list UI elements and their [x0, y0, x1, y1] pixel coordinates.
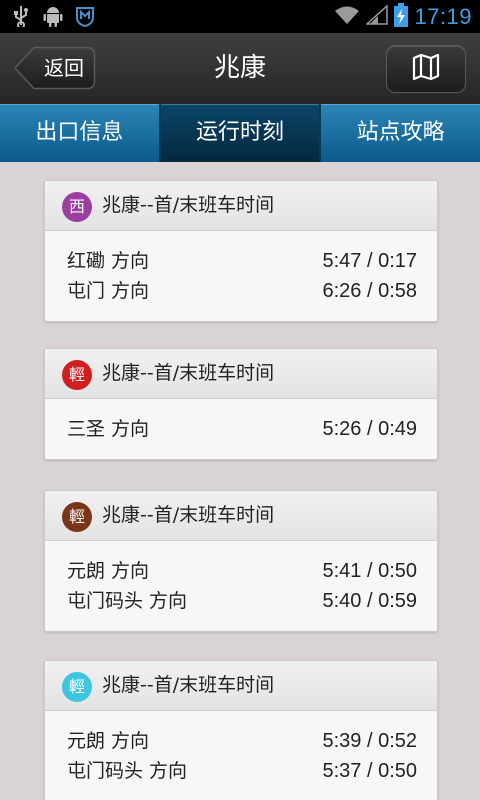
first-last-train-time: 5:37 / 0:50: [322, 760, 417, 782]
android-debug-icon: [42, 5, 64, 27]
timetable-card: 輕 兆康--首/末班车时间 元朗 方向 5:39 / 0:52 屯门码头 方向 …: [44, 660, 438, 800]
tab-timetable[interactable]: 运行时刻: [160, 104, 322, 162]
first-last-train-time: 6:26 / 0:58: [322, 280, 417, 302]
first-last-train-time: 5:26 / 0:49: [322, 418, 417, 440]
timetable-card: 輕 兆康--首/末班车时间 三圣 方向 5:26 / 0:49: [44, 348, 438, 460]
timetable-row: 三圣 方向 5:26 / 0:49: [67, 414, 417, 444]
timetable-row: 元朗 方向 5:41 / 0:50: [67, 556, 417, 586]
battery-charging-icon: [394, 3, 409, 31]
direction-label: 红磡 方向: [67, 250, 150, 272]
signal-icon: [365, 4, 389, 29]
wifi-icon: [334, 5, 360, 29]
map-button[interactable]: [386, 45, 466, 93]
direction-label: 屯门码头 方向: [67, 760, 188, 782]
back-label: 返回: [44, 56, 84, 80]
tab-exit-info[interactable]: 出口信息: [0, 104, 161, 162]
first-last-train-time: 5:41 / 0:50: [322, 560, 417, 582]
first-last-train-time: 5:39 / 0:52: [322, 730, 417, 752]
timetable-card: 輕 兆康--首/末班车时间 元朗 方向 5:41 / 0:50 屯门码头 方向 …: [44, 490, 438, 632]
card-title: 兆康--首/末班车时间: [102, 362, 275, 384]
page-title: 兆康: [213, 53, 266, 83]
card-header: 輕 兆康--首/末班车时间: [45, 349, 437, 399]
timetable-row: 屯门码头 方向 5:40 / 0:59: [67, 586, 417, 616]
line-badge: 西: [62, 192, 92, 222]
timetable-row: 元朗 方向 5:39 / 0:52: [67, 726, 417, 756]
status-bar: 17:19: [0, 0, 480, 33]
line-badge: 輕: [62, 360, 92, 390]
card-header: 輕 兆康--首/末班车时间: [45, 491, 437, 541]
direction-label: 屯门 方向: [67, 280, 150, 302]
card-title: 兆康--首/末班车时间: [102, 504, 275, 526]
direction-label: 元朗 方向: [67, 730, 150, 752]
usb-icon: [10, 5, 32, 27]
card-header: 輕 兆康--首/末班车时间: [45, 661, 437, 711]
card-title: 兆康--首/末班车时间: [102, 194, 275, 216]
line-badge: 輕: [62, 672, 92, 702]
first-last-train-time: 5:40 / 0:59: [322, 590, 417, 612]
timetable-row: 屯门码头 方向 5:37 / 0:50: [67, 756, 417, 786]
card-header: 西 兆康--首/末班车时间: [45, 181, 437, 231]
direction-label: 三圣 方向: [67, 418, 150, 440]
status-time: 17:19: [414, 4, 472, 29]
timetable-row: 屯门 方向 6:26 / 0:58: [67, 276, 417, 306]
line-badge: 輕: [62, 502, 92, 532]
title-bar: 返回 兆康: [0, 33, 480, 105]
tab-station-guide[interactable]: 站点攻略: [321, 104, 480, 162]
first-last-train-time: 5:47 / 0:17: [322, 250, 417, 272]
card-title: 兆康--首/末班车时间: [102, 674, 275, 696]
map-icon: [412, 53, 440, 84]
back-button[interactable]: 返回: [14, 46, 96, 90]
timetable-card: 西 兆康--首/末班车时间 红磡 方向 5:47 / 0:17 屯门 方向 6:…: [44, 180, 438, 322]
app-notification-icon: [74, 5, 96, 27]
timetable-list[interactable]: 西 兆康--首/末班车时间 红磡 方向 5:47 / 0:17 屯门 方向 6:…: [0, 162, 480, 800]
direction-label: 元朗 方向: [67, 560, 150, 582]
notification-icons: [10, 5, 96, 27]
tab-bar: 出口信息 运行时刻 站点攻略: [0, 104, 480, 162]
direction-label: 屯门码头 方向: [67, 590, 188, 612]
timetable-row: 红磡 方向 5:47 / 0:17: [67, 246, 417, 276]
